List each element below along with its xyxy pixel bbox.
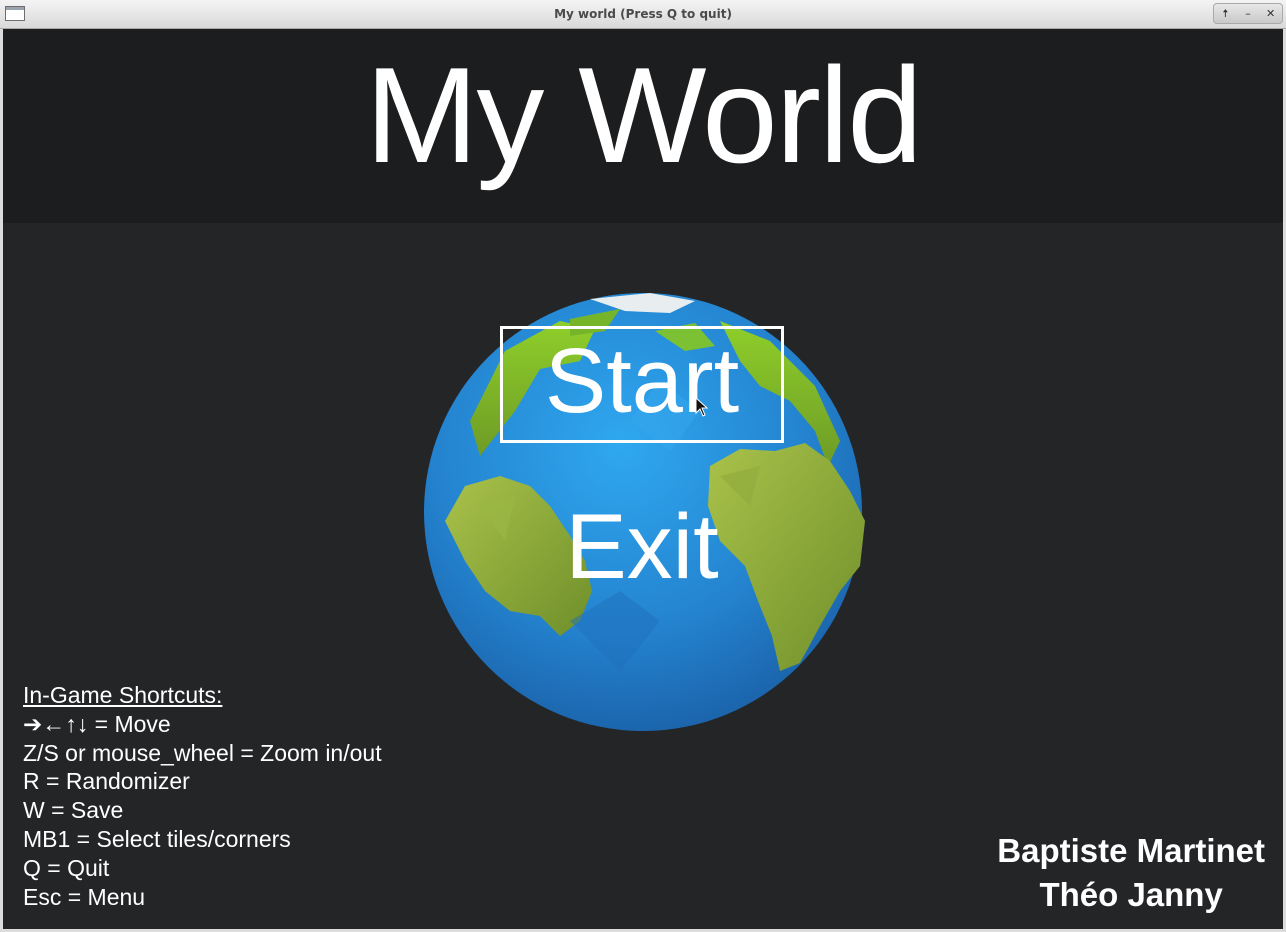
credit-author: Théo Janny (1039, 876, 1223, 913)
shortcut-item: R = Randomizer (23, 768, 190, 795)
title-banner: My World (3, 29, 1283, 223)
window-titlebar[interactable]: My world (Press Q to quit) 🠅 – ✕ (0, 0, 1286, 29)
shortcut-item: Q = Quit (23, 854, 110, 881)
shortcut-item: Z/S or mouse_wheel = Zoom in/out (23, 739, 382, 766)
mouse-cursor-icon (695, 397, 709, 417)
shortcut-item: ➔←↑↓ = Move (23, 710, 171, 737)
maximize-icon[interactable]: 🠅 (1215, 5, 1235, 23)
exit-button[interactable]: Exit (500, 491, 784, 608)
shortcut-item: W = Save (23, 797, 124, 824)
close-icon[interactable]: ✕ (1261, 5, 1281, 23)
shortcut-item: MB1 = Select tiles/corners (23, 825, 291, 852)
window-controls: 🠅 – ✕ (1213, 3, 1283, 24)
shortcuts-panel: In-Game Shortcuts: ➔←↑↓ = Move Z/S or mo… (23, 681, 382, 911)
shortcut-item: Esc = Menu (23, 883, 146, 910)
minimize-icon[interactable]: – (1238, 5, 1258, 23)
credits: Baptiste Martinet Théo Janny (997, 829, 1265, 917)
game-title: My World (365, 39, 923, 191)
window-title: My world (Press Q to quit) (554, 7, 732, 21)
shortcuts-heading: In-Game Shortcuts: (23, 682, 223, 708)
game-canvas[interactable]: My World Start Exit In-Game Shortcuts: ➔… (3, 29, 1283, 929)
credit-author: Baptiste Martinet (997, 832, 1265, 869)
start-button[interactable]: Start (500, 326, 784, 443)
